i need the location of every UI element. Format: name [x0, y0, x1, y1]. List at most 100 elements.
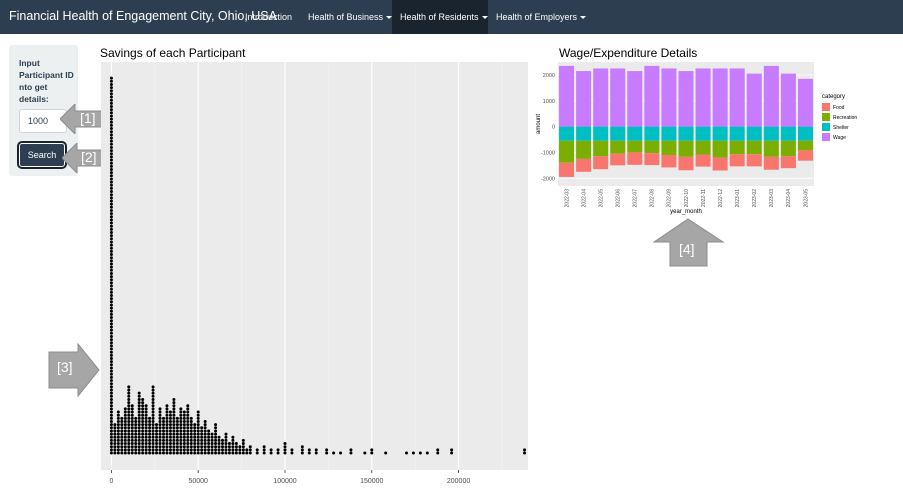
- savings-dot: [109, 231, 113, 234]
- savings-dot: [137, 407, 141, 411]
- bar-recreation: [695, 140, 711, 155]
- savings-dot: [189, 426, 193, 430]
- savings-dot: [241, 451, 245, 455]
- savings-dot: [116, 410, 120, 414]
- savings-dot: [113, 442, 117, 446]
- savings-dot: [210, 451, 214, 455]
- savings-dot: [217, 442, 221, 446]
- bar-shelter: [627, 126, 643, 141]
- savings-dot: [141, 416, 145, 420]
- savings-dot-plot: 0 50000 100000 150000 200000: [101, 62, 528, 485]
- search-button[interactable]: Search: [17, 141, 67, 169]
- savings-dot: [137, 442, 141, 446]
- savings-dot: [151, 401, 155, 405]
- bar-wage: [797, 78, 813, 127]
- savings-dot: [151, 432, 155, 436]
- savings-dot: [109, 208, 113, 212]
- savings-dot: [151, 410, 155, 414]
- legend-label-recreation: Recreation: [833, 115, 857, 121]
- savings-dot: [175, 448, 179, 452]
- savings-dot: [203, 442, 207, 446]
- savings-dot: [151, 429, 155, 433]
- savings-dot: [179, 438, 183, 442]
- savings-dot: [186, 413, 190, 417]
- bar-wage: [729, 68, 745, 127]
- savings-dot: [144, 451, 148, 455]
- savings-dot: [186, 442, 190, 446]
- savings-dot: [339, 451, 343, 455]
- savings-dot: [214, 426, 218, 430]
- savings-dot: [214, 429, 218, 433]
- savings-dot: [123, 442, 127, 446]
- savings-dot: [113, 435, 117, 439]
- bar-shelter: [763, 126, 779, 141]
- wage-expenditure-bar-chart: -2000 -1000 0 1000 2000 amount 2022-03 2022-04 2…: [536, 62, 857, 215]
- savings-dot: [109, 253, 113, 257]
- savings-dot: [113, 432, 117, 436]
- savings-dot: [109, 341, 113, 345]
- savings-dot: [161, 438, 165, 442]
- savings-dot: [141, 420, 145, 423]
- savings-dot: [179, 445, 183, 449]
- nav-introduction[interactable]: Introduction: [237, 0, 300, 34]
- bar-food: [797, 150, 813, 161]
- savings-dot: [182, 420, 186, 423]
- savings-dot: [109, 168, 113, 171]
- savings-dot: [109, 334, 113, 338]
- x-tick-label: 2022-05: [598, 189, 604, 208]
- savings-dot: [255, 451, 259, 455]
- savings-dot: [109, 136, 113, 140]
- savings-dot: [109, 183, 113, 187]
- savings-dot: [168, 445, 172, 449]
- savings-dot: [165, 429, 169, 433]
- savings-dot: [144, 435, 148, 439]
- savings-dot: [172, 423, 176, 427]
- bar-food: [661, 155, 677, 168]
- savings-dot: [116, 438, 120, 442]
- savings-dot: [175, 438, 179, 442]
- savings-dot: [134, 432, 138, 436]
- savings-dot: [109, 259, 113, 263]
- y-tick-label: 1000: [543, 99, 555, 105]
- savings-dot: [165, 426, 169, 430]
- nav-health-of-employers[interactable]: Health of Employers: [488, 0, 594, 34]
- callout-label-2: [2]: [81, 149, 97, 165]
- savings-dot: [189, 420, 193, 423]
- bar-food: [610, 153, 626, 166]
- bar-food: [729, 154, 745, 167]
- savings-dot: [193, 442, 197, 446]
- savings-dot: [155, 423, 159, 427]
- savings-dot: [109, 338, 113, 342]
- savings-dot: [175, 429, 179, 433]
- x-tick-label: 50000: [188, 478, 208, 485]
- x-tick-label: 100000: [273, 478, 296, 485]
- savings-dot: [109, 117, 113, 121]
- savings-dot: [186, 445, 190, 449]
- bar-food: [593, 156, 609, 170]
- savings-dot: [175, 432, 179, 436]
- savings-dot: [134, 438, 138, 442]
- nav-health-of-residents[interactable]: Health of Residents: [392, 0, 488, 34]
- savings-dot: [148, 426, 152, 430]
- bar-shelter: [576, 126, 592, 141]
- savings-dot: [210, 435, 214, 439]
- savings-dot: [127, 388, 131, 392]
- savings-dot: [182, 423, 186, 427]
- x-tick-label: 2022-11: [701, 189, 707, 207]
- savings-dot: [137, 445, 141, 449]
- savings-dot: [127, 420, 131, 423]
- bar-wage: [695, 68, 711, 127]
- savings-dot: [137, 391, 141, 395]
- savings-dot: [203, 432, 207, 436]
- savings-dot: [109, 249, 113, 253]
- savings-dot: [179, 423, 183, 427]
- savings-dot: [109, 420, 113, 423]
- savings-dot: [207, 438, 211, 442]
- savings-dot: [120, 416, 124, 420]
- savings-dot: [210, 445, 214, 449]
- nav-health-of-business[interactable]: Health of Business: [300, 0, 400, 34]
- savings-dot: [109, 271, 113, 275]
- savings-dot: [151, 416, 155, 420]
- savings-dot: [109, 322, 113, 326]
- savings-dot: [231, 438, 235, 442]
